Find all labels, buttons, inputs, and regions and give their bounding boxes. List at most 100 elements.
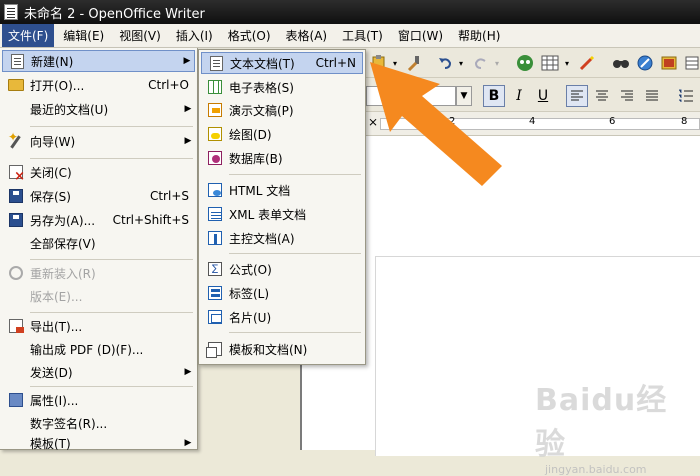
file-menu-wizards[interactable]: 向导(W) ▶ bbox=[2, 130, 195, 152]
menu-item-label: 导出(T)... bbox=[30, 319, 83, 334]
menu-insert[interactable]: 插入(I) bbox=[170, 24, 219, 47]
menu-item-label: XML 表单文档 bbox=[229, 207, 307, 222]
menu-item-shortcut: Ctrl+Shift+S bbox=[112, 213, 189, 227]
menu-item-label: 向导(W) bbox=[30, 134, 76, 149]
align-left-button[interactable] bbox=[566, 85, 588, 107]
combo-dropdown-icon[interactable]: ▼ bbox=[456, 86, 472, 106]
menu-item-label: 新建(N) bbox=[31, 54, 74, 69]
bold-button[interactable]: B bbox=[483, 85, 505, 107]
find-replace-icon[interactable] bbox=[612, 54, 630, 72]
new-spreadsheet[interactable]: 电子表格(S) bbox=[201, 76, 363, 98]
menu-item-label: 全部保存(V) bbox=[30, 236, 96, 251]
new-database[interactable]: 数据库(B) bbox=[201, 147, 363, 169]
align-right-button[interactable] bbox=[617, 85, 637, 107]
new-labels[interactable]: 标签(L) bbox=[201, 282, 363, 304]
ruler-tab-stop-icon[interactable]: ⨯ bbox=[368, 115, 378, 129]
menu-item-label: 主控文档(A) bbox=[229, 231, 295, 246]
submenu-arrow-icon: ▶ bbox=[183, 56, 191, 66]
menu-item-shortcut: Ctrl+S bbox=[149, 189, 189, 203]
menu-table[interactable]: 表格(A) bbox=[280, 24, 334, 47]
file-menu-versions[interactable]: 版本(E)... bbox=[2, 285, 195, 307]
file-menu-close[interactable]: 关闭(C) bbox=[2, 161, 195, 184]
undo-icon[interactable] bbox=[436, 54, 454, 72]
new-master-document[interactable]: 主控文档(A) bbox=[201, 227, 363, 249]
file-menu-reload[interactable]: 重新装入(R) bbox=[2, 262, 195, 284]
hyperlink-icon[interactable] bbox=[636, 54, 654, 72]
menu-bar: 文件(F) 编辑(E) 视图(V) 插入(I) 格式(O) 表格(A) 工具(T… bbox=[0, 24, 700, 48]
submenu-arrow-icon: ▶ bbox=[184, 136, 192, 146]
submenu-arrow-icon: ▶ bbox=[184, 438, 192, 448]
menu-separator bbox=[30, 386, 193, 387]
menu-help[interactable]: 帮助(H) bbox=[452, 24, 506, 47]
format-paintbrush-icon[interactable] bbox=[405, 54, 423, 72]
file-menu-recent-documents[interactable]: 最近的文档(U) ▶ bbox=[2, 98, 195, 120]
font-size-combo[interactable] bbox=[366, 86, 456, 106]
submenu-arrow-icon: ▶ bbox=[184, 367, 192, 377]
menu-separator bbox=[229, 332, 361, 333]
align-center-button[interactable] bbox=[592, 85, 612, 107]
menu-separator bbox=[229, 174, 361, 175]
ruler-scale: 2 4 6 8 bbox=[380, 116, 700, 130]
underline-button[interactable]: U bbox=[533, 85, 553, 107]
menu-edit[interactable]: 编辑(E) bbox=[57, 24, 110, 47]
file-menu-new[interactable]: 新建(N) ▶ bbox=[2, 50, 195, 72]
new-xml-form-document[interactable]: XML 表单文档 bbox=[201, 203, 363, 225]
menu-item-label: 属性(I)... bbox=[30, 393, 79, 408]
new-submenu: 文本文档(T) Ctrl+N 电子表格(S) 演示文稿(P) 绘图(D) 数据库… bbox=[198, 49, 366, 365]
italic-button[interactable]: I bbox=[509, 85, 529, 107]
new-presentation[interactable]: 演示文稿(P) bbox=[201, 99, 363, 121]
save-icon bbox=[9, 189, 23, 203]
menu-view[interactable]: 视图(V) bbox=[113, 24, 167, 47]
paste-icon[interactable] bbox=[370, 54, 388, 72]
data-sources-icon[interactable] bbox=[684, 54, 700, 72]
redo-dropdown-icon[interactable]: ▾ bbox=[492, 54, 502, 72]
new-templates-and-documents[interactable]: 模板和文档(N) bbox=[201, 338, 363, 360]
paste-dropdown-icon[interactable]: ▾ bbox=[390, 54, 400, 72]
new-text-document[interactable]: 文本文档(T) Ctrl+N bbox=[201, 52, 363, 74]
file-menu-send[interactable]: 发送(D) ▶ bbox=[2, 361, 195, 383]
menu-item-label: 绘图(D) bbox=[229, 127, 272, 142]
menu-separator bbox=[30, 158, 193, 159]
export-icon bbox=[9, 319, 24, 333]
menu-item-label: 另存为(A)... bbox=[30, 213, 96, 228]
numbering-button[interactable] bbox=[676, 85, 696, 107]
menu-format[interactable]: 格式(O) bbox=[222, 24, 277, 47]
file-menu-properties[interactable]: 属性(I)... bbox=[2, 389, 195, 411]
menu-window[interactable]: 窗口(W) bbox=[392, 24, 449, 47]
navigator-icon[interactable] bbox=[516, 54, 534, 72]
file-menu-open[interactable]: 打开(O)... Ctrl+O bbox=[2, 74, 195, 96]
file-menu-save-as[interactable]: 另存为(A)... Ctrl+Shift+S bbox=[2, 209, 195, 231]
menu-item-label: 模板和文档(N) bbox=[229, 342, 308, 357]
menu-separator bbox=[30, 126, 193, 127]
business-card-icon bbox=[208, 310, 222, 324]
file-menu-digital-signatures[interactable]: 数字签名(R)... bbox=[2, 412, 195, 434]
menu-file[interactable]: 文件(F) bbox=[2, 24, 55, 47]
file-menu-export[interactable]: 导出(T)... bbox=[2, 315, 195, 337]
menu-item-label: 公式(O) bbox=[229, 262, 272, 277]
new-drawing[interactable]: 绘图(D) bbox=[201, 123, 363, 145]
master-document-icon bbox=[208, 231, 222, 245]
menu-separator bbox=[30, 259, 193, 260]
ruler-tick: 2 bbox=[449, 116, 456, 127]
file-menu-dropdown: 新建(N) ▶ 打开(O)... Ctrl+O 最近的文档(U) ▶ 向导(W)… bbox=[0, 48, 198, 451]
menu-tools[interactable]: 工具(T) bbox=[336, 24, 389, 47]
menu-separator bbox=[30, 312, 193, 313]
baidu-watermark: Baidu经验 jingyan.baidu.com bbox=[535, 375, 695, 476]
undo-dropdown-icon[interactable]: ▾ bbox=[456, 54, 466, 72]
redo-icon[interactable] bbox=[472, 54, 490, 72]
menu-item-label: HTML 文档 bbox=[229, 183, 291, 198]
file-menu-save[interactable]: 保存(S) Ctrl+S bbox=[2, 185, 195, 207]
new-business-cards[interactable]: 名片(U) bbox=[201, 306, 363, 328]
gallery-icon[interactable] bbox=[660, 54, 678, 72]
justify-button[interactable] bbox=[642, 85, 662, 107]
menu-item-label: 数字签名(R)... bbox=[30, 416, 108, 431]
menu-item-label: 标签(L) bbox=[229, 286, 270, 301]
file-menu-save-all[interactable]: 全部保存(V) bbox=[2, 232, 195, 254]
table-icon[interactable] bbox=[540, 54, 560, 72]
file-menu-export-pdf[interactable]: 输出成 PDF (D)(F)... bbox=[2, 338, 195, 360]
draw-functions-icon[interactable] bbox=[578, 54, 596, 72]
file-menu-templates[interactable]: 模板(T) ▶ bbox=[2, 432, 195, 454]
new-html-document[interactable]: HTML 文档 bbox=[201, 179, 363, 201]
table-dropdown-icon[interactable]: ▾ bbox=[562, 54, 572, 72]
new-formula[interactable]: ∑ 公式(O) bbox=[201, 258, 363, 280]
